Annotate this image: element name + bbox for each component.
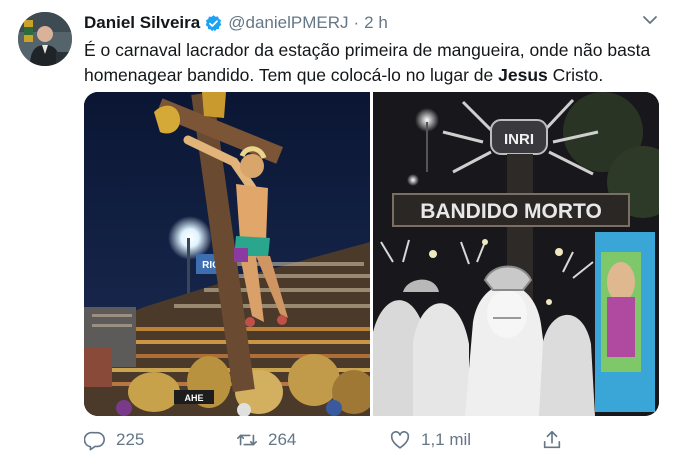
share-icon <box>543 430 561 449</box>
tweet-text-bold: Jesus <box>498 65 548 85</box>
reply-button[interactable]: 225 <box>84 425 144 455</box>
tweet-text-part2: Cristo. <box>547 65 604 85</box>
tweet-timestamp[interactable]: 2 h <box>364 13 388 33</box>
tweet-actions: 225 264 1,1 mil <box>84 425 584 455</box>
media-photo-right[interactable]: INRI BANDIDO MORTO <box>373 92 659 416</box>
retweet-button[interactable]: 264 <box>236 425 296 455</box>
avatar[interactable] <box>18 12 72 66</box>
reply-count: 225 <box>116 430 145 449</box>
like-count: 1,1 mil <box>421 430 472 449</box>
inri-sign: INRI <box>504 131 534 148</box>
heart-icon <box>390 431 410 449</box>
separator-dot: · <box>353 13 360 32</box>
float-banner-text: AHE <box>184 393 203 403</box>
author-display-name[interactable]: Daniel Silveira <box>84 13 200 33</box>
retweet-count: 264 <box>268 430 297 449</box>
retweet-icon <box>237 434 257 446</box>
chevron-down-icon[interactable] <box>640 12 660 28</box>
tweet-media[interactable]: RIO AHE INRI BANDIDO MORTO <box>84 92 659 416</box>
avatar-image <box>18 12 72 66</box>
like-button[interactable]: 1,1 mil <box>389 425 471 455</box>
reply-icon <box>84 431 105 451</box>
author-handle[interactable]: @danielPMERJ <box>228 13 348 33</box>
tweet[interactable]: Daniel Silveira @danielPMERJ · 2 h É o c… <box>0 0 680 461</box>
tweet-header: Daniel Silveira @danielPMERJ · 2 h <box>84 12 388 34</box>
media-photo-left[interactable]: RIO AHE <box>84 92 370 416</box>
tweet-text: É o carnaval lacrador da estação primeir… <box>84 38 664 88</box>
verified-badge-icon <box>205 14 222 31</box>
share-button[interactable] <box>541 425 573 455</box>
carnival-bandido-morto-photo: INRI BANDIDO MORTO <box>373 92 659 416</box>
carnival-crucifix-photo: RIO AHE <box>84 92 370 416</box>
bandido-morto-sign: BANDIDO MORTO <box>420 200 602 223</box>
